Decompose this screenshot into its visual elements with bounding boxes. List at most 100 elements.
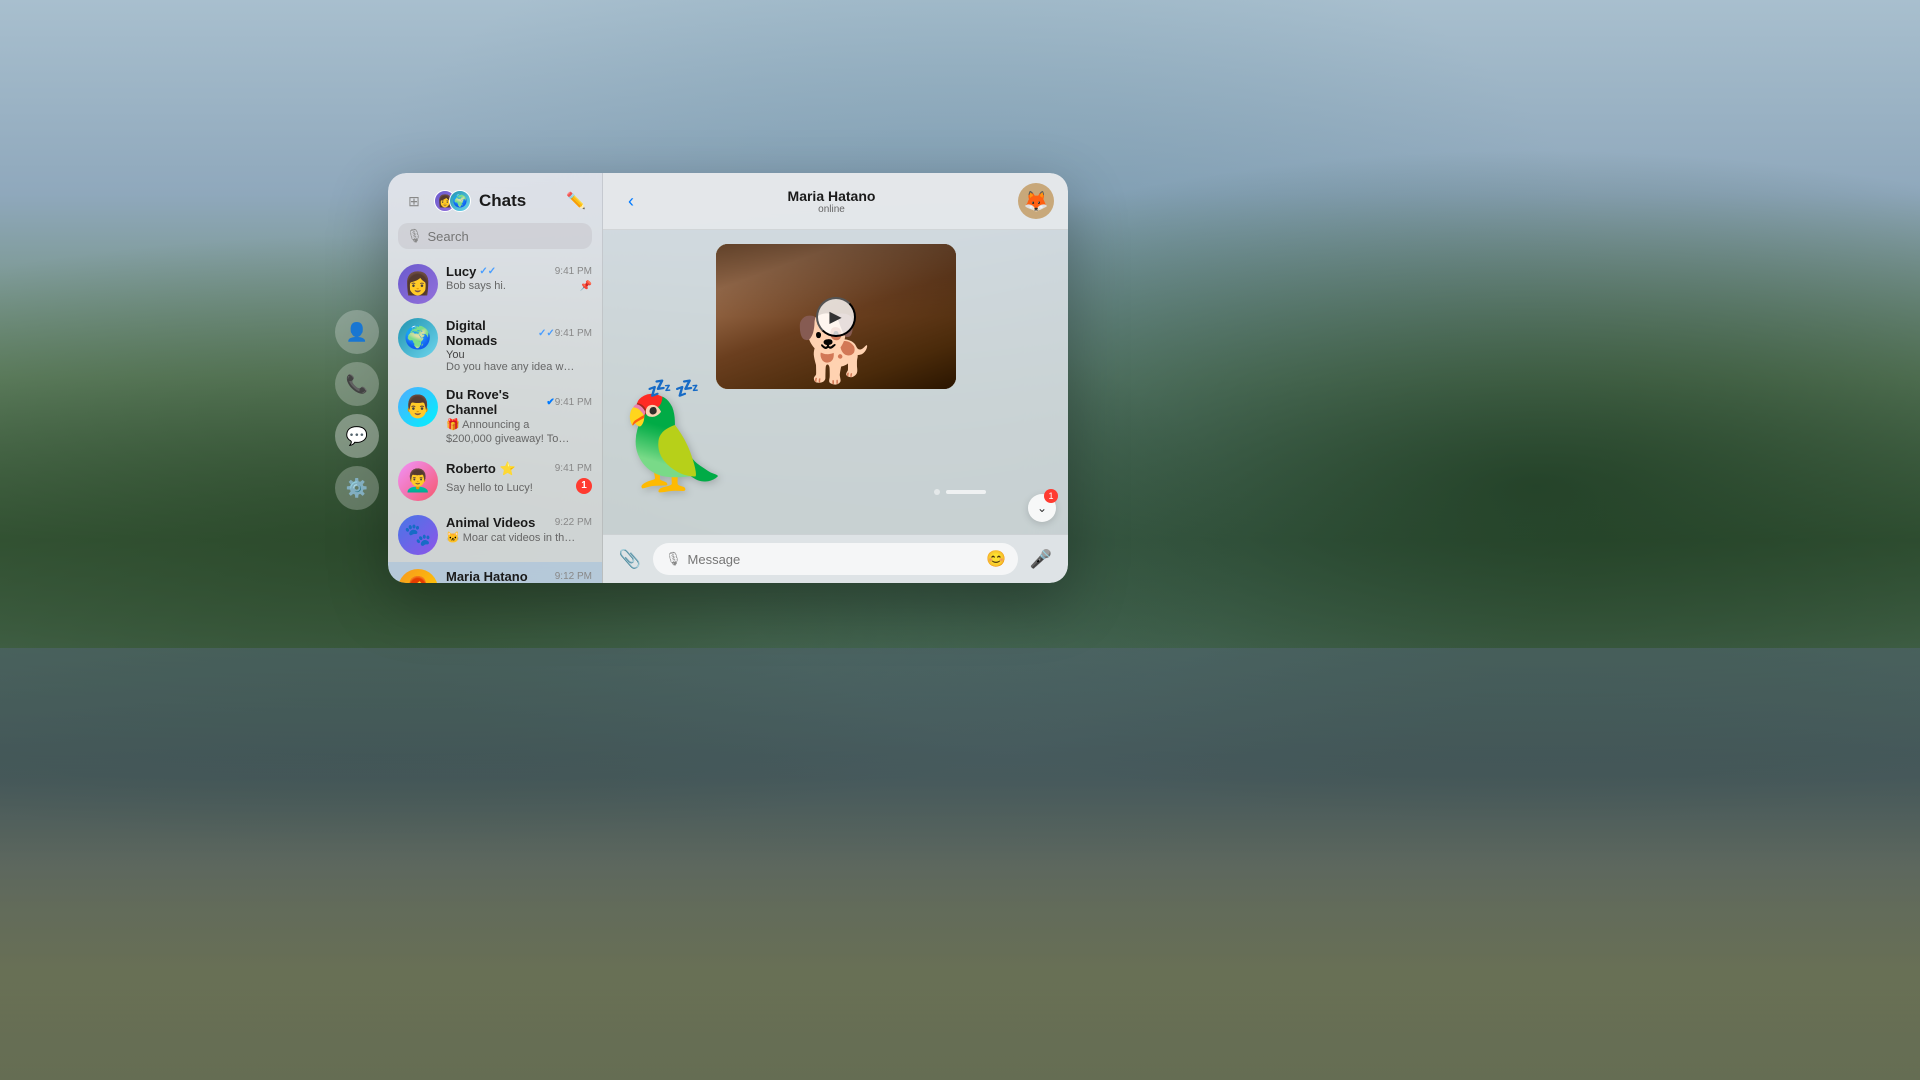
contact-status: online: [653, 204, 1010, 215]
name-lucy: Lucy ✓✓: [446, 264, 496, 279]
message-panel: ‹ Maria Hatano online 🦊 🐕: [603, 173, 1068, 583]
time-digital-nomads: 9:41 PM: [555, 328, 592, 339]
video-message[interactable]: 🐕 ▶: [716, 244, 956, 389]
name-durove: Du Rove's Channel ✔: [446, 387, 555, 417]
search-bar[interactable]: 🎙: [398, 223, 592, 249]
message-input-wrap: 🎙 😊: [653, 543, 1018, 575]
name-roberto: Roberto ⭐: [446, 461, 516, 477]
header-avatar-2: 🌍: [449, 190, 471, 212]
chats-title: Chats: [479, 191, 526, 211]
settings-icon-button[interactable]: ⚙️: [335, 466, 379, 510]
name-row-digital-nomads: Digital Nomads ✓✓ 9:41 PM: [446, 318, 592, 348]
chat-item-maria-hatano[interactable]: 👩‍🦰 Maria Hatano 9:12 PM 📹 Video Message…: [388, 562, 602, 583]
contact-avatar-emoji: 🦊: [1024, 189, 1049, 214]
preview-row-durove: 🎁 Announcing a $200,000 giveaway! To cel…: [446, 418, 592, 447]
pin-icon-lucy: 📌: [580, 281, 592, 292]
avatar-durove: 👨: [398, 387, 438, 427]
contacts-icon-button[interactable]: 👤: [335, 310, 379, 354]
avatar-lucy: 👩: [398, 264, 438, 304]
contact-avatar-header[interactable]: 🦊: [1018, 183, 1054, 219]
preview-lucy: Bob says hi.: [446, 280, 506, 292]
name-row-roberto: Roberto ⭐ 9:41 PM: [446, 461, 592, 477]
header-avatars: 👩 🌍: [434, 190, 471, 212]
chat-item-lucy[interactable]: 👩 Lucy ✓✓ 9:41 PM Bob says hi. 📌: [388, 257, 602, 311]
chat-info-maria-hatano: Maria Hatano 9:12 PM 📹 Video Message 1: [446, 569, 592, 583]
time-roberto: 9:41 PM: [555, 463, 592, 474]
scroll-down-icon: ⌄: [1037, 501, 1047, 515]
attach-icon: 📎: [619, 549, 641, 570]
time-durove: 9:41 PM: [555, 397, 592, 408]
preview-multi-digital: You Do you have any idea what time it is…: [446, 349, 576, 373]
sidebar-toggle-button[interactable]: ⊞: [400, 187, 428, 215]
name-maria-hatano: Maria Hatano: [446, 569, 528, 583]
name-row-maria-hatano: Maria Hatano 9:12 PM: [446, 569, 592, 583]
app-container: ⊞ 👩 🌍 Chats ✏️ 🎙 👩: [388, 173, 1068, 583]
preview-durove: 🎁 Announcing a $200,000 giveaway! To cel…: [446, 418, 576, 447]
chats-icon-button[interactable]: 💬: [335, 414, 379, 458]
chat-info-lucy: Lucy ✓✓ 9:41 PM Bob says hi. 📌: [446, 264, 592, 292]
double-check-digital: ✓✓: [538, 328, 555, 339]
water-reflection: [0, 648, 1920, 1080]
search-input[interactable]: [428, 229, 604, 244]
avatar-digital-nomads: 🌍: [398, 318, 438, 358]
progress-bar-container: [934, 489, 986, 495]
preview-row-lucy: Bob says hi. 📌: [446, 280, 592, 292]
back-button[interactable]: ‹: [617, 187, 645, 215]
chat-item-roberto[interactable]: 👨‍🦱 Roberto ⭐ 9:41 PM Say hello to Lucy!…: [388, 454, 602, 508]
contact-name: Maria Hatano: [653, 188, 1010, 204]
mic-icon: 🎤: [1030, 549, 1052, 570]
name-row-durove: Du Rove's Channel ✔ 9:41 PM: [446, 387, 592, 417]
compose-button[interactable]: ✏️: [562, 187, 590, 215]
sleeping-sticker-message: 🦜 💤💤: [617, 399, 729, 489]
chat-item-digital-nomads[interactable]: 🌍 Digital Nomads ✓✓ 9:41 PM You Do you h…: [388, 311, 602, 380]
message-header: ‹ Maria Hatano online 🦊: [603, 173, 1068, 230]
input-area: 📎 🎙 😊 🎤: [603, 534, 1068, 583]
chat-list-header: ⊞ 👩 🌍 Chats ✏️: [388, 173, 602, 223]
preview-row-digital-nomads: You Do you have any idea what time it is…: [446, 349, 592, 373]
header-left: ⊞ 👩 🌍 Chats: [400, 187, 526, 215]
attach-button[interactable]: 📎: [615, 544, 645, 574]
time-maria-hatano: 9:12 PM: [555, 571, 592, 582]
chat-items-list: 👩 Lucy ✓✓ 9:41 PM Bob says hi. 📌: [388, 257, 602, 583]
name-row-lucy: Lucy ✓✓ 9:41 PM: [446, 264, 592, 279]
time-animal-videos: 9:22 PM: [555, 517, 592, 528]
calls-icon-button[interactable]: 📞: [335, 362, 379, 406]
zzz-text: 💤💤: [647, 379, 703, 399]
name-digital-nomads: Digital Nomads ✓✓: [446, 318, 555, 348]
name-row-animal-videos: Animal Videos 9:22 PM: [446, 515, 592, 530]
avatar-animal-videos: 🐾: [398, 515, 438, 555]
avatar-maria-hatano: 👩‍🦰: [398, 569, 438, 583]
scroll-to-bottom-button[interactable]: ⌄ 1: [1028, 494, 1056, 522]
name-animal-videos: Animal Videos: [446, 515, 535, 530]
chat-list-panel: ⊞ 👩 🌍 Chats ✏️ 🎙 👩: [388, 173, 603, 583]
progress-dot: [934, 489, 940, 495]
unread-badge-roberto: 1: [576, 478, 592, 494]
chat-item-durove[interactable]: 👨 Du Rove's Channel ✔ 9:41 PM 🎁 Announci…: [388, 380, 602, 454]
compose-icon: ✏️: [566, 191, 586, 211]
preview-row-roberto: Say hello to Lucy! 1: [446, 478, 592, 494]
sidebar-icons: 👤 📞 💬 ⚙️: [335, 310, 379, 510]
verified-icon-durove: ✔: [546, 397, 554, 408]
progress-bar-active: [946, 490, 986, 494]
time-lucy: 9:41 PM: [555, 266, 592, 277]
search-icon: 🎙: [406, 228, 423, 244]
mic-small-icon: 🎙: [665, 551, 682, 567]
preview2-digital: Do you have any idea what time it is?: [446, 361, 576, 373]
mic-button[interactable]: 🎤: [1026, 544, 1056, 574]
chat-info-digital-nomads: Digital Nomads ✓✓ 9:41 PM You Do you hav…: [446, 318, 592, 373]
chat-item-animal-videos[interactable]: 🐾 Animal Videos 9:22 PM 🐱 Moar cat video…: [388, 508, 602, 562]
scroll-unread-badge: 1: [1044, 489, 1058, 503]
preview-row-animal-videos: 🐱 Moar cat videos in this channel?: [446, 531, 592, 544]
chat-info-roberto: Roberto ⭐ 9:41 PM Say hello to Lucy! 1: [446, 461, 592, 494]
sidebar-toggle-icon: ⊞: [408, 193, 420, 210]
preview-roberto: Say hello to Lucy!: [446, 482, 533, 494]
video-play-button[interactable]: ▶: [816, 297, 856, 337]
double-check-lucy: ✓✓: [479, 266, 496, 277]
avatar-roberto: 👨‍🦱: [398, 461, 438, 501]
emoji-button[interactable]: 😊: [986, 549, 1006, 569]
sleeping-sticker: 🦜: [617, 399, 729, 489]
contact-header-info: Maria Hatano online: [653, 188, 1010, 215]
message-input[interactable]: [688, 552, 981, 567]
chat-info-durove: Du Rove's Channel ✔ 9:41 PM 🎁 Announcing…: [446, 387, 592, 447]
messages-area[interactable]: 🐕 ▶ 🦜 💤💤 ⌄ 1: [603, 230, 1068, 534]
